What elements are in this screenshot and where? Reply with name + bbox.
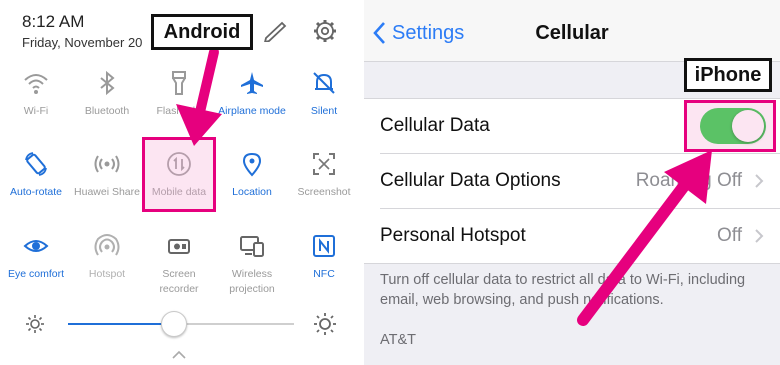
nfc-icon — [313, 235, 335, 257]
tile-airplane-mode[interactable]: Airplane mode — [213, 70, 291, 119]
tile-eye-comfort[interactable]: Eye comfort — [0, 233, 72, 282]
brightness-thumb[interactable] — [161, 311, 188, 337]
eye-comfort-icon — [23, 240, 49, 252]
tile-bluetooth[interactable]: Bluetooth — [71, 70, 143, 119]
location-icon — [242, 152, 262, 177]
tile-nfc[interactable]: NFC — [288, 233, 360, 282]
android-quick-settings-panel: 8:12 AM Friday, November 20 Wi-Fi Blueto… — [0, 0, 358, 365]
auto-rotate-icon — [25, 152, 47, 176]
edit-pencil-icon[interactable] — [262, 20, 288, 42]
mobile-data-highlight — [142, 137, 216, 212]
chevron-up-icon[interactable] — [170, 348, 188, 360]
ios-navigation-bar: Settings Cellular — [364, 0, 780, 62]
iphone-callout-label: iPhone — [684, 58, 772, 92]
wifi-icon — [24, 74, 48, 94]
hotspot-icon — [94, 234, 120, 256]
row-cellular-data-options[interactable]: Cellular Data Options Roaming Off — [364, 154, 780, 208]
row-label: Cellular Data — [380, 115, 490, 136]
tile-label: Silent — [310, 105, 338, 117]
tile-label: Airplane mode — [218, 105, 286, 117]
tile-huawei-share[interactable]: Huawei Share — [71, 151, 143, 200]
tile-screen-recorder[interactable]: Screen recorder — [143, 233, 215, 297]
brightness-slider[interactable] — [68, 311, 294, 337]
airplane-icon — [241, 72, 263, 94]
bluetooth-icon — [100, 70, 115, 96]
tile-label: Eye comfort — [7, 268, 65, 280]
tile-wireless-projection[interactable]: Wireless projection — [216, 233, 288, 297]
brightness-low-icon — [26, 315, 44, 333]
huawei-share-icon — [94, 155, 120, 173]
tile-label: Hotspot — [88, 268, 126, 280]
tile-location[interactable]: Location — [216, 151, 288, 200]
row-value: Off — [717, 225, 742, 246]
tile-label: Screenshot — [297, 186, 351, 198]
wireless-projection-icon — [240, 236, 264, 257]
gear-icon[interactable] — [312, 18, 338, 44]
cellular-data-highlight — [684, 100, 776, 152]
tile-label: Location — [232, 186, 272, 198]
tile-label: Bluetooth — [84, 105, 130, 117]
chevron-right-icon — [755, 174, 764, 188]
row-value: Roaming Off — [635, 170, 742, 191]
carrier-section-header: AT&T — [380, 332, 416, 348]
chevron-right-icon — [755, 229, 764, 243]
page-title: Cellular — [535, 22, 609, 44]
android-callout-label: Android — [151, 14, 253, 50]
row-personal-hotspot[interactable]: Personal Hotspot Off — [364, 209, 780, 263]
tile-label: Flashlight — [156, 105, 202, 117]
brightness-fill — [68, 323, 175, 325]
tile-silent[interactable]: Silent — [288, 70, 360, 119]
row-label: Personal Hotspot — [380, 225, 526, 246]
flashlight-icon — [172, 71, 186, 95]
row-label: Cellular Data Options — [380, 170, 561, 191]
tile-label: Wireless projection — [229, 268, 275, 295]
tile-label: Huawei Share — [74, 186, 140, 198]
ios-cellular-settings-panel: Settings Cellular Cellular Data Cellular… — [364, 0, 780, 365]
screenshot-icon — [313, 153, 335, 175]
brightness-high-icon — [314, 313, 336, 335]
tile-screenshot[interactable]: Screenshot — [288, 151, 360, 200]
tile-label: Screen recorder — [159, 268, 199, 295]
cellular-footer-note: Turn off cellular data to restrict all d… — [380, 272, 746, 308]
tile-auto-rotate[interactable]: Auto-rotate — [0, 151, 72, 200]
screen-recorder-icon — [168, 239, 190, 254]
tile-label: Wi-Fi — [23, 105, 49, 117]
tile-label: NFC — [313, 268, 335, 280]
silent-bell-icon — [313, 72, 335, 94]
android-date: Friday, November 20 — [22, 35, 143, 50]
tile-label: Auto-rotate — [10, 186, 62, 198]
tile-hotspot[interactable]: Hotspot — [71, 233, 143, 282]
tile-flashlight[interactable]: Flashlight — [143, 70, 215, 119]
tile-wifi[interactable]: Wi-Fi — [0, 70, 72, 119]
android-clock: 8:12 AM — [22, 12, 85, 31]
